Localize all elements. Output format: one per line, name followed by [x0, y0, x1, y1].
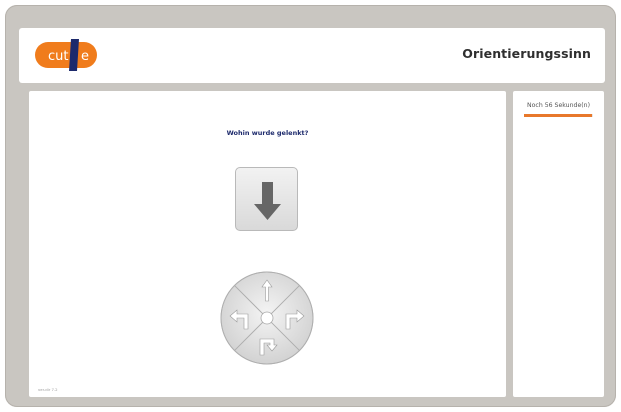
timer-bar — [524, 114, 593, 117]
header-bar: cut e Orientierungssinn — [19, 28, 605, 83]
timer-label: Noch 56 Sekunde(n) — [527, 102, 590, 109]
direction-answer-wheel — [220, 271, 314, 365]
arrow-down-icon — [254, 182, 281, 220]
version-label: ver-dir 7.2 — [38, 387, 58, 392]
svg-text:e: e — [81, 49, 89, 64]
svg-text:cut: cut — [48, 49, 68, 64]
timer-bar-fill — [524, 114, 592, 117]
task-panel: Wohin wurde gelenkt? ver-dir 7.2 — [29, 91, 506, 397]
question-text: Wohin wurde gelenkt? — [226, 129, 309, 137]
cut-e-logo: cut e — [35, 39, 97, 71]
page-title: Orientierungssinn — [462, 46, 591, 61]
wheel-center — [260, 311, 274, 325]
timer-panel: Noch 56 Sekunde(n) — [513, 91, 604, 397]
shown-direction-card — [235, 167, 298, 231]
